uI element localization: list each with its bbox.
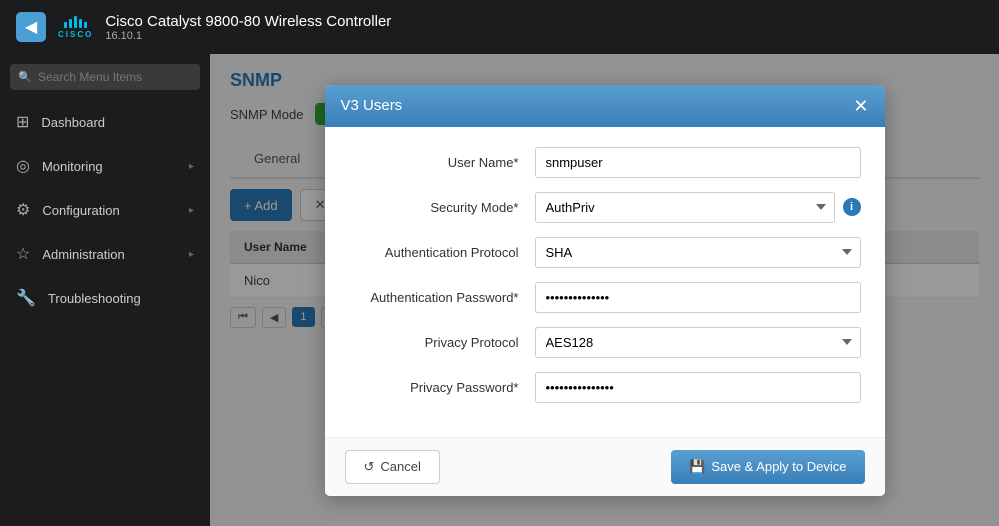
dashboard-icon: ⊞ — [16, 112, 29, 132]
sidebar-item-label: Dashboard — [41, 115, 105, 130]
modal-title: V3 Users — [341, 97, 403, 114]
username-input[interactable] — [535, 147, 861, 178]
cisco-logo: CISCO — [58, 16, 93, 39]
privacy-password-label: Privacy Password* — [349, 380, 519, 395]
save-apply-button[interactable]: 💾 Save & Apply to Device — [671, 450, 864, 484]
sidebar-item-label: Troubleshooting — [48, 291, 141, 306]
cancel-icon: ↺ — [364, 459, 375, 475]
chevron-right-icon: ▸ — [189, 161, 194, 172]
auth-protocol-label: Authentication Protocol — [349, 245, 519, 260]
auth-password-label: Authentication Password* — [349, 290, 519, 305]
modal-header: V3 Users ✕ — [325, 85, 885, 127]
auth-password-input[interactable] — [535, 282, 861, 313]
top-header: ◀ CISCO Cisco Catalyst 9800-80 Wireless … — [0, 0, 999, 54]
modal-body: User Name* Security Mode* NoAuth AuthNoP… — [325, 127, 885, 437]
sidebar-item-monitoring[interactable]: ◎ Monitoring ▸ — [0, 144, 210, 188]
modal-close-button[interactable]: ✕ — [853, 97, 868, 115]
info-icon[interactable]: i — [843, 198, 861, 216]
search-box[interactable]: 🔍 — [10, 64, 200, 90]
security-mode-select-wrap: NoAuth AuthNoPriv AuthPriv i — [535, 192, 861, 223]
search-input[interactable] — [10, 64, 200, 90]
privacy-password-input[interactable] — [535, 372, 861, 403]
save-label: Save & Apply to Device — [711, 459, 846, 474]
security-mode-row: Security Mode* NoAuth AuthNoPriv AuthPri… — [349, 192, 861, 223]
sidebar-item-configuration[interactable]: ⚙ Configuration ▸ — [0, 188, 210, 232]
sidebar: 🔍 ⊞ Dashboard ◎ Monitoring ▸ ⚙ Configura… — [0, 54, 210, 526]
privacy-protocol-row: Privacy Protocol DES AES128 AES192 AES25… — [349, 327, 861, 358]
username-label: User Name* — [349, 155, 519, 170]
app-subtitle: 16.10.1 — [105, 30, 391, 42]
save-icon: 💾 — [689, 459, 705, 475]
search-icon: 🔍 — [18, 71, 32, 84]
administration-icon: ☆ — [16, 244, 30, 264]
back-icon: ◀ — [25, 17, 37, 37]
sidebar-item-administration[interactable]: ☆ Administration ▸ — [0, 232, 210, 276]
security-mode-select[interactable]: NoAuth AuthNoPriv AuthPriv — [535, 192, 835, 223]
chevron-right-icon: ▸ — [189, 205, 194, 216]
modal-footer: ↺ Cancel 💾 Save & Apply to Device — [325, 437, 885, 496]
privacy-protocol-select[interactable]: DES AES128 AES192 AES256 — [535, 327, 861, 358]
app-title: Cisco Catalyst 9800-80 Wireless Controll… — [105, 13, 391, 30]
sidebar-item-label: Monitoring — [42, 159, 103, 174]
troubleshooting-icon: 🔧 — [16, 288, 36, 308]
configuration-icon: ⚙ — [16, 200, 30, 220]
username-row: User Name* — [349, 147, 861, 178]
auth-protocol-select[interactable]: MD5 SHA — [535, 237, 861, 268]
security-mode-label: Security Mode* — [349, 200, 519, 215]
auth-password-row: Authentication Password* — [349, 282, 861, 313]
chevron-right-icon: ▸ — [189, 249, 194, 260]
back-button[interactable]: ◀ — [16, 12, 46, 42]
sidebar-item-dashboard[interactable]: ⊞ Dashboard — [0, 100, 210, 144]
v3-users-modal: V3 Users ✕ User Name* Security Mode* — [325, 85, 885, 496]
cancel-label: Cancel — [380, 459, 420, 474]
modal-overlay: V3 Users ✕ User Name* Security Mode* — [210, 54, 999, 526]
content-area: SNMP SNMP Mode ENABLED 👁 General Communi… — [210, 54, 999, 526]
sidebar-item-label: Administration — [42, 247, 124, 262]
sidebar-item-troubleshooting[interactable]: 🔧 Troubleshooting — [0, 276, 210, 320]
auth-protocol-row: Authentication Protocol MD5 SHA — [349, 237, 861, 268]
cancel-button[interactable]: ↺ Cancel — [345, 450, 440, 484]
monitoring-icon: ◎ — [16, 156, 30, 176]
privacy-protocol-label: Privacy Protocol — [349, 335, 519, 350]
privacy-password-row: Privacy Password* — [349, 372, 861, 403]
sidebar-item-label: Configuration — [42, 203, 119, 218]
